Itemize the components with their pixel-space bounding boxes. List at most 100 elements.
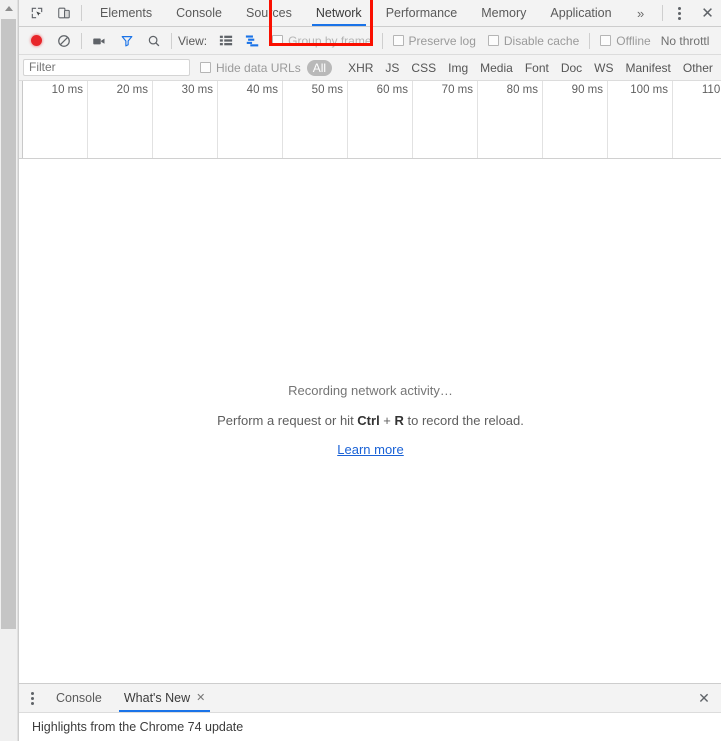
toolbar-divider-4 (589, 33, 590, 49)
scroll-up-arrow[interactable] (0, 0, 17, 17)
ruler-tick: 70 ms (413, 81, 478, 158)
tab-label: Memory (481, 6, 526, 20)
ruler-tick: 90 ms (543, 81, 608, 158)
filter-type-xhr[interactable]: XHR (342, 60, 379, 76)
ruler-tick-label: 70 ms (442, 84, 473, 96)
tabstrip-divider-right (662, 5, 663, 21)
devtools-panel: Elements Console Sources Network Perform… (18, 0, 721, 741)
learn-more-link[interactable]: Learn more (337, 442, 403, 457)
whats-new-content: Highlights from the Chrome 74 update (19, 713, 721, 741)
tab-memory[interactable]: Memory (469, 0, 538, 26)
filter-type-css[interactable]: CSS (405, 60, 442, 76)
preserve-log-label: Preserve log (409, 34, 476, 48)
panel-tabs: Elements Console Sources Network Perform… (88, 0, 658, 26)
waterfall-view-icon[interactable] (239, 29, 266, 53)
hide-data-urls-label: Hide data URLs (216, 61, 301, 75)
tab-console[interactable]: Console (164, 0, 234, 26)
filter-type-js[interactable]: JS (379, 60, 405, 76)
filter-type-font[interactable]: Font (519, 60, 555, 76)
ruler-tick: 110 m (673, 81, 721, 158)
ruler-tick: 60 ms (348, 81, 413, 158)
filter-type-other[interactable]: Other (677, 60, 719, 76)
camera-icon[interactable] (86, 29, 113, 53)
ruler-tick: 30 ms (153, 81, 218, 158)
devtools-window: Elements Console Sources Network Perform… (0, 0, 721, 741)
main-tab-strip: Elements Console Sources Network Perform… (19, 0, 721, 27)
filter-bar: Hide data URLs All XHR JS CSS Img Media … (19, 55, 721, 81)
filter-type-img[interactable]: Img (442, 60, 474, 76)
drawer-right-controls: ✕ (690, 684, 721, 712)
filter-type-manifest[interactable]: Manifest (620, 60, 677, 76)
whats-new-headline: Highlights from the Chrome 74 update (32, 720, 243, 734)
toolbar-divider-3 (382, 33, 383, 49)
checkbox-box (600, 35, 611, 46)
more-tabs-icon[interactable]: » (624, 0, 658, 26)
empty-state-subtitle-prefix: Perform a request or hit (217, 413, 357, 428)
window-scrollbar[interactable] (0, 0, 18, 741)
ruler-tick-label: 100 ms (630, 84, 668, 96)
filter-input[interactable] (23, 59, 190, 76)
tab-elements[interactable]: Elements (88, 0, 164, 26)
close-tab-icon[interactable]: ✕ (196, 693, 205, 704)
drawer-tab-label: Console (56, 691, 102, 705)
shortcut-r: R (395, 413, 404, 428)
ruler-tick-label: 20 ms (117, 84, 148, 96)
ruler-tick: 20 ms (88, 81, 153, 158)
network-overview[interactable]: 10 ms 20 ms 30 ms 40 ms 50 ms 60 ms 70 m… (19, 81, 721, 159)
tab-label: Application (550, 6, 611, 20)
checkbox-box (272, 35, 283, 46)
close-drawer-icon[interactable]: ✕ (690, 685, 718, 711)
offline-label: Offline (616, 34, 650, 48)
hide-data-urls-checkbox[interactable]: Hide data URLs (200, 61, 301, 75)
offline-checkbox[interactable]: Offline (600, 34, 650, 48)
drawer-tab-whats-new[interactable]: What's New ✕ (113, 684, 217, 712)
filter-type-ws[interactable]: WS (588, 60, 619, 76)
magnifier-icon[interactable] (140, 29, 167, 53)
timeline-ruler: 10 ms 20 ms 30 ms 40 ms 50 ms 60 ms 70 m… (23, 81, 721, 158)
drawer-tab-label: What's New (124, 691, 190, 705)
ruler-tick-label: 40 ms (247, 84, 278, 96)
clear-icon[interactable] (50, 29, 77, 53)
toolbar-divider-2 (171, 33, 172, 49)
view-label: View: (178, 34, 207, 48)
preserve-log-checkbox[interactable]: Preserve log (393, 34, 476, 48)
tabstrip-right-controls: ✕ (658, 0, 721, 26)
disable-cache-label: Disable cache (504, 34, 579, 48)
filter-type-media[interactable]: Media (474, 60, 519, 76)
ruler-tick-label: 50 ms (312, 84, 343, 96)
group-by-frame-checkbox[interactable]: Group by frame (272, 34, 371, 48)
ruler-tick-label: 10 ms (52, 84, 83, 96)
checkbox-box (488, 35, 499, 46)
empty-state-subtitle-suffix: to record the reload. (404, 413, 524, 428)
kebab-menu-icon[interactable] (667, 1, 693, 25)
throttling-select[interactable]: No throttl (661, 34, 710, 48)
drawer-tab-strip: Console What's New ✕ ✕ (19, 684, 721, 713)
scrollbar-thumb[interactable] (1, 19, 16, 629)
drawer-tab-console[interactable]: Console (45, 684, 113, 712)
shortcut-ctrl: Ctrl (357, 413, 379, 428)
tab-label: Performance (386, 6, 458, 20)
filter-type-doc[interactable]: Doc (555, 60, 588, 76)
disable-cache-checkbox[interactable]: Disable cache (488, 34, 579, 48)
device-toolbar-icon[interactable] (50, 1, 77, 25)
tab-label: Console (176, 6, 222, 20)
tab-performance[interactable]: Performance (374, 0, 470, 26)
ruler-tick-label: 110 m (702, 84, 721, 96)
empty-state-title: Recording network activity… (288, 383, 453, 398)
close-devtools-icon[interactable]: ✕ (693, 1, 721, 25)
tab-application[interactable]: Application (538, 0, 623, 26)
toolbar-divider-1 (81, 33, 82, 49)
tab-label: Network (316, 6, 362, 20)
record-button[interactable] (23, 29, 50, 53)
tab-sources[interactable]: Sources (234, 0, 304, 26)
list-view-icon[interactable] (212, 29, 239, 53)
empty-state-subtitle: Perform a request or hit Ctrl + R to rec… (217, 413, 524, 428)
ruler-tick: 10 ms (23, 81, 88, 158)
filter-type-all[interactable]: All (307, 60, 332, 76)
tab-network[interactable]: Network (304, 0, 374, 26)
tabstrip-divider (81, 5, 82, 21)
ruler-tick-label: 60 ms (377, 84, 408, 96)
inspect-element-icon[interactable] (23, 1, 50, 25)
drawer-kebab-menu-icon[interactable] (19, 684, 45, 712)
funnel-icon[interactable] (113, 29, 140, 53)
